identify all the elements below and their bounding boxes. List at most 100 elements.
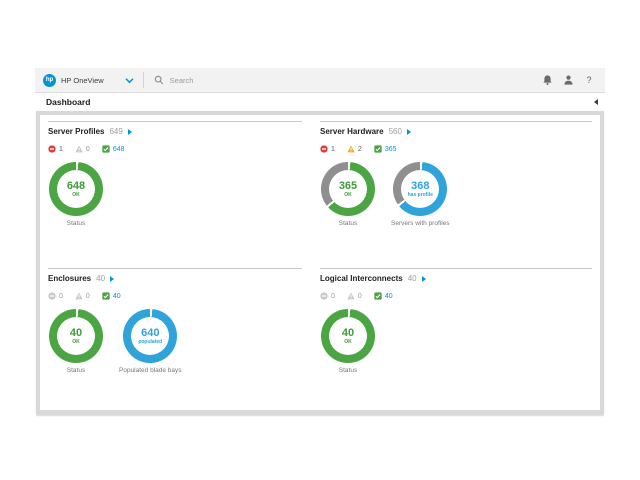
ok-stat[interactable]: 648	[102, 145, 125, 153]
status-summary-row: 1 0 648	[48, 145, 302, 153]
critical-count: 1	[59, 146, 63, 153]
user-icon[interactable]	[562, 74, 574, 86]
warning-icon	[347, 292, 355, 300]
search-input[interactable]: Search	[144, 74, 541, 86]
critical-icon	[48, 145, 56, 153]
critical-icon	[320, 292, 328, 300]
donut-caption: Populated blade bays	[119, 367, 182, 374]
status-summary-row: 0 0 40	[320, 292, 592, 300]
donut-center: 365 OK	[329, 170, 367, 208]
panel-enclosures-link[interactable]: Enclosures 40	[48, 274, 302, 283]
donut-center: 368 has profile	[401, 170, 439, 208]
bell-icon[interactable]	[541, 74, 553, 86]
critical-icon	[48, 292, 56, 300]
panel-title: Logical Interconnects	[320, 274, 403, 283]
chevron-right-icon	[110, 276, 114, 282]
app-window: hp HP OneView Search ? Dashboard	[35, 68, 605, 414]
panel-logical-interconnects-link[interactable]: Logical Interconnects 40	[320, 274, 592, 283]
donut-value: 40	[70, 328, 82, 339]
panel-title: Enclosures	[48, 274, 91, 283]
donut-sublabel: OK	[72, 193, 80, 198]
brand-label: HP OneView	[61, 76, 104, 85]
donut-value: 640	[141, 328, 159, 339]
status-donut-chart[interactable]: 365 OK	[321, 162, 375, 216]
donut-sublabel: has profile	[408, 193, 433, 198]
status-donut-block: 648 OK Status	[49, 162, 103, 227]
page-bar: Dashboard	[35, 93, 605, 111]
warning-stat[interactable]: 0	[75, 145, 90, 153]
donut-center: 40 OK	[329, 317, 367, 355]
status-donut-block: 365 OK Status	[321, 162, 375, 227]
donut-caption: Status	[339, 220, 357, 227]
donut-center: 40 OK	[57, 317, 95, 355]
ok-stat[interactable]: 40	[102, 292, 121, 300]
panel-count: 649	[109, 127, 122, 136]
search-icon	[153, 74, 165, 86]
hp-logo: hp	[43, 74, 56, 87]
dashboard-content: Server Profiles 649 1 0 648	[36, 111, 604, 414]
status-donut-chart[interactable]: 40 OK	[321, 309, 375, 363]
critical-stat[interactable]: 1	[48, 145, 63, 153]
ok-stat[interactable]: 40	[374, 292, 393, 300]
chevron-down-icon	[125, 77, 134, 84]
status-donut-block: 40 OK Status	[321, 309, 375, 374]
warning-count: 0	[358, 293, 362, 300]
panel-title: Server Profiles	[48, 127, 104, 136]
panel-title: Server Hardware	[320, 127, 384, 136]
warning-icon	[75, 145, 83, 153]
donut-caption: Status	[67, 220, 85, 227]
search-placeholder: Search	[170, 76, 194, 85]
warning-stat[interactable]: 0	[347, 292, 362, 300]
warning-icon	[75, 292, 83, 300]
chevron-right-icon	[128, 129, 132, 135]
donut-row: 648 OK Status	[48, 162, 302, 227]
check-icon	[374, 145, 382, 153]
donut-row: 40 OK Status 640 populated	[48, 309, 302, 374]
donut-row: 40 OK Status	[320, 309, 592, 374]
panel-logical-interconnects: Logical Interconnects 40 0 0 40	[320, 268, 592, 415]
panel-server-profiles: Server Profiles 649 1 0 648	[48, 121, 302, 268]
ok-count: 365	[385, 146, 397, 153]
donut-center: 648 OK	[57, 170, 95, 208]
panel-server-profiles-link[interactable]: Server Profiles 649	[48, 127, 302, 136]
donut-value: 365	[339, 181, 357, 192]
donut-sublabel: OK	[344, 340, 352, 345]
servers-with-profiles-donut-chart[interactable]: 368 has profile	[393, 162, 447, 216]
page-title: Dashboard	[46, 97, 90, 107]
profiles-donut-block: 368 has profile Servers with profiles	[391, 162, 450, 227]
app-menu-dropdown[interactable]: hp HP OneView	[35, 74, 143, 87]
warning-stat[interactable]: 2	[347, 145, 362, 153]
panel-enclosures: Enclosures 40 0 0 40	[48, 268, 302, 415]
populated-blade-bays-donut-chart[interactable]: 640 populated	[123, 309, 177, 363]
chevron-right-icon	[422, 276, 426, 282]
critical-stat[interactable]: 0	[320, 292, 335, 300]
donut-caption: Servers with profiles	[391, 220, 450, 227]
panel-count: 40	[96, 274, 105, 283]
status-summary-row: 1 2 365	[320, 145, 592, 153]
donut-center: 640 populated	[131, 317, 169, 355]
warning-count: 0	[86, 293, 90, 300]
ok-stat[interactable]: 365	[374, 145, 397, 153]
status-donut-chart[interactable]: 648 OK	[49, 162, 103, 216]
critical-stat[interactable]: 0	[48, 292, 63, 300]
critical-count: 1	[331, 146, 335, 153]
donut-value: 40	[342, 328, 354, 339]
critical-stat[interactable]: 1	[320, 145, 335, 153]
dashboard-grid: Server Profiles 649 1 0 648	[40, 115, 600, 421]
donut-sublabel: populated	[138, 340, 162, 345]
donut-caption: Status	[339, 367, 357, 374]
status-donut-chart[interactable]: 40 OK	[49, 309, 103, 363]
donut-caption: Status	[67, 367, 85, 374]
critical-count: 0	[331, 293, 335, 300]
collapse-panel-arrow-icon[interactable]	[594, 99, 598, 105]
donut-sublabel: OK	[72, 340, 80, 345]
panel-server-hardware-link[interactable]: Server Hardware 560	[320, 127, 592, 136]
check-icon	[102, 292, 110, 300]
help-icon[interactable]: ?	[583, 74, 595, 86]
top-bar: hp HP OneView Search ?	[35, 68, 605, 93]
critical-icon	[320, 145, 328, 153]
warning-stat[interactable]: 0	[75, 292, 90, 300]
chevron-right-icon	[407, 129, 411, 135]
donut-value: 648	[67, 181, 85, 192]
check-icon	[102, 145, 110, 153]
